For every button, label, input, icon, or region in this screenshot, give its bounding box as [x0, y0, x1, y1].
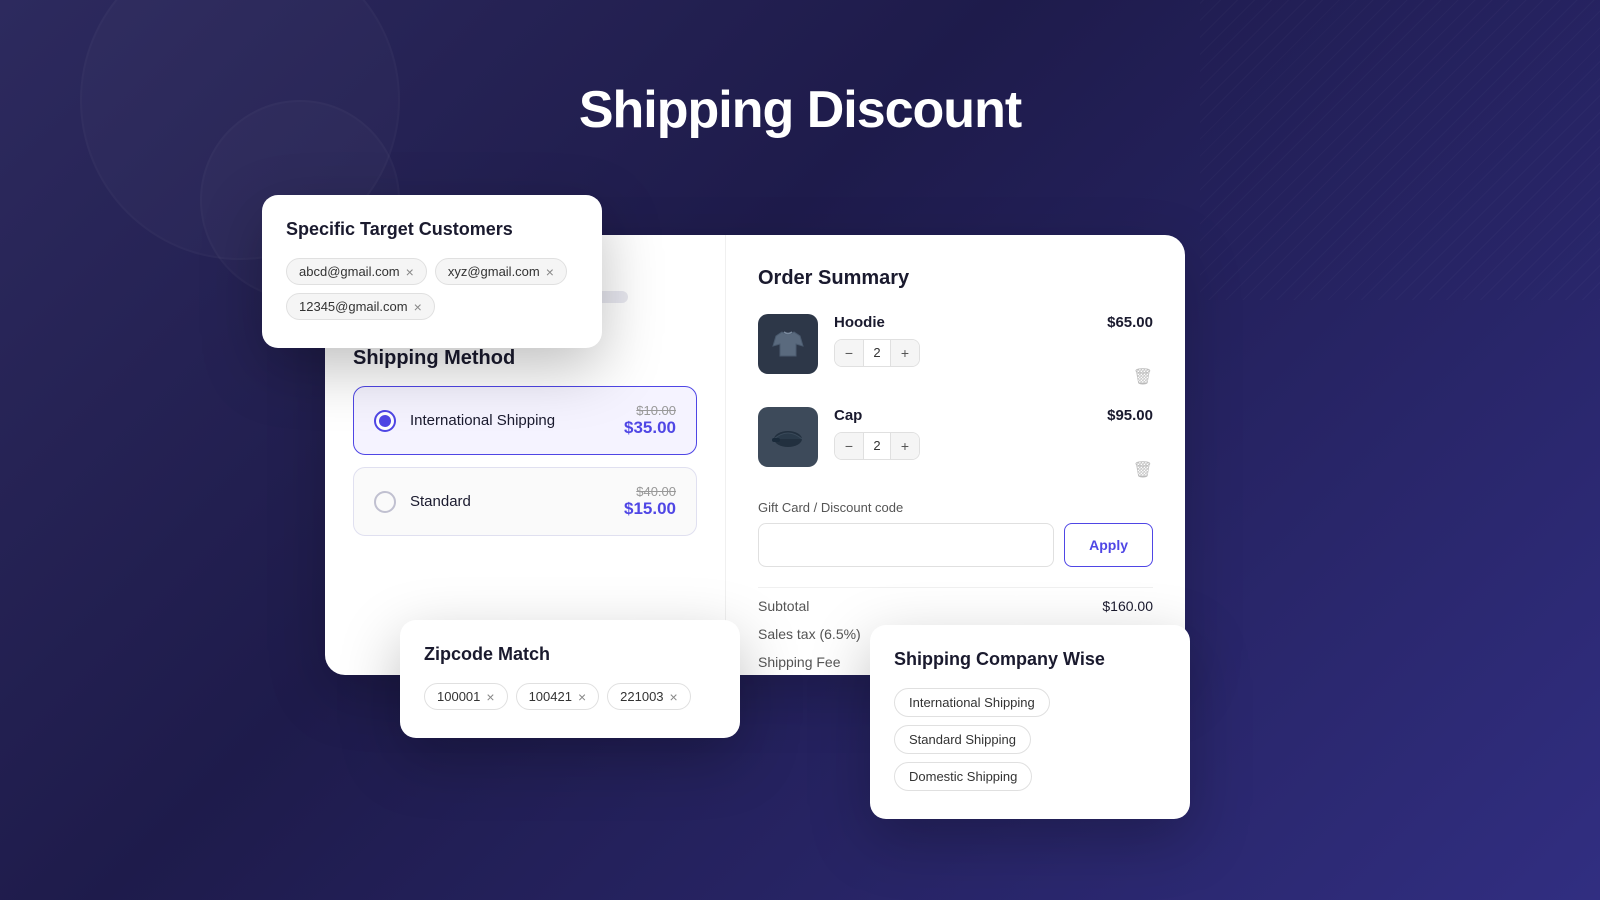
- shipping-option-standard[interactable]: Standard $40.00 $15.00: [353, 467, 697, 536]
- zipcode-tag-1[interactable]: 100001 ×: [424, 683, 508, 710]
- shipping-tag-international-label: International Shipping: [909, 695, 1035, 710]
- hoodie-image: [758, 314, 818, 374]
- shipping-company-card: Shipping Company Wise International Ship…: [870, 625, 1190, 819]
- shipping-option-international-name: International Shipping: [410, 412, 610, 429]
- zipcode-tag-2[interactable]: 100421 ×: [516, 683, 600, 710]
- zipcode-tag-1-value: 100001: [437, 689, 480, 704]
- page-title: Shipping Discount: [579, 80, 1021, 140]
- cap-qty-decrease[interactable]: −: [835, 433, 863, 459]
- cap-qty-value: 2: [863, 433, 891, 459]
- shipping-tag-standard-label: Standard Shipping: [909, 732, 1016, 747]
- email-tag-3-remove[interactable]: ×: [414, 300, 422, 314]
- bg-lines: [1200, 0, 1600, 300]
- hoodie-qty-decrease[interactable]: −: [835, 340, 863, 366]
- cap-qty-increase[interactable]: +: [891, 433, 919, 459]
- email-tag-1-remove[interactable]: ×: [406, 265, 414, 279]
- email-tag-3[interactable]: 12345@gmail.com ×: [286, 293, 435, 320]
- cap-qty-control[interactable]: − 2 +: [834, 432, 920, 460]
- discount-code-row: Apply: [758, 523, 1153, 567]
- target-customers-tags: abcd@gmail.com × xyz@gmail.com × 12345@g…: [286, 258, 578, 320]
- shipping-tag-international[interactable]: International Shipping: [894, 688, 1050, 717]
- cap-svg: [770, 423, 806, 451]
- hoodie-details: Hoodie − 2 +: [834, 314, 1091, 367]
- email-tag-2[interactable]: xyz@gmail.com ×: [435, 258, 567, 285]
- order-summary-title: Order Summary: [758, 267, 1153, 290]
- zipcode-tag-2-remove[interactable]: ×: [578, 690, 586, 704]
- radio-standard[interactable]: [374, 491, 396, 513]
- hoodie-qty-increase[interactable]: +: [891, 340, 919, 366]
- cap-image: [758, 407, 818, 467]
- tax-label: Sales tax (6.5%): [758, 626, 861, 642]
- zipcode-tag-3-value: 221003: [620, 689, 663, 704]
- email-tag-2-value: xyz@gmail.com: [448, 264, 540, 279]
- order-divider-1: [758, 587, 1153, 588]
- shipping-company-tags: International Shipping Standard Shipping…: [894, 688, 1166, 791]
- subtotal-value: $160.00: [1102, 598, 1153, 614]
- discount-input[interactable]: [758, 523, 1054, 567]
- hoodie-name: Hoodie: [834, 314, 1091, 331]
- gift-card-label: Gift Card / Discount code: [758, 500, 1153, 515]
- hoodie-svg: [770, 326, 806, 362]
- shipping-option-international[interactable]: International Shipping $10.00 $35.00: [353, 386, 697, 455]
- cap-delete-icon[interactable]: 🗑: [1133, 460, 1153, 480]
- shipping-original-price-international: $10.00: [624, 403, 676, 418]
- cap-price: $95.00: [1107, 407, 1153, 424]
- product-row-cap: Cap − 2 + $95.00 🗑: [758, 407, 1153, 480]
- target-customers-card: Specific Target Customers abcd@gmail.com…: [262, 195, 602, 348]
- radio-dot-international: [379, 415, 391, 427]
- shipping-tag-domestic[interactable]: Domestic Shipping: [894, 762, 1032, 791]
- shipping-tag-domestic-label: Domestic Shipping: [909, 769, 1017, 784]
- zipcode-tag-1-remove[interactable]: ×: [486, 690, 494, 704]
- zipcode-tag-2-value: 100421: [529, 689, 572, 704]
- cap-name: Cap: [834, 407, 1091, 424]
- shipping-price-standard: $40.00 $15.00: [624, 484, 676, 519]
- subtotal-line: Subtotal $160.00: [758, 598, 1153, 614]
- zipcode-match-title: Zipcode Match: [424, 644, 716, 665]
- email-tag-3-value: 12345@gmail.com: [299, 299, 408, 314]
- shipping-method-label: Shipping Method: [353, 347, 697, 370]
- apply-button[interactable]: Apply: [1064, 523, 1153, 567]
- shipping-fee-label: Shipping Fee: [758, 654, 841, 670]
- shipping-tag-standard[interactable]: Standard Shipping: [894, 725, 1031, 754]
- zipcode-tag-3-remove[interactable]: ×: [670, 690, 678, 704]
- email-tag-1[interactable]: abcd@gmail.com ×: [286, 258, 427, 285]
- email-tag-1-value: abcd@gmail.com: [299, 264, 400, 279]
- email-tag-2-remove[interactable]: ×: [546, 265, 554, 279]
- target-customers-title: Specific Target Customers: [286, 219, 578, 240]
- zipcode-match-card: Zipcode Match 100001 × 100421 × 221003 ×: [400, 620, 740, 738]
- hoodie-price: $65.00: [1107, 314, 1153, 331]
- order-summary-panel: Order Summary Hoodie − 2 +: [725, 235, 1185, 675]
- shipping-company-title: Shipping Company Wise: [894, 649, 1166, 670]
- cap-details: Cap − 2 +: [834, 407, 1091, 460]
- subtotal-label: Subtotal: [758, 598, 809, 614]
- shipping-method-section: Shipping Method International Shipping $…: [353, 347, 697, 536]
- shipping-discounted-price-standard: $15.00: [624, 499, 676, 519]
- product-row-hoodie: Hoodie − 2 + $65.00 🗑: [758, 314, 1153, 387]
- shipping-price-international: $10.00 $35.00: [624, 403, 676, 438]
- zipcode-tags: 100001 × 100421 × 221003 ×: [424, 683, 716, 710]
- radio-international[interactable]: [374, 410, 396, 432]
- shipping-discounted-price-international: $35.00: [624, 418, 676, 438]
- hoodie-qty-value: 2: [863, 340, 891, 366]
- zipcode-tag-3[interactable]: 221003 ×: [607, 683, 691, 710]
- hoodie-qty-control[interactable]: − 2 +: [834, 339, 920, 367]
- shipping-option-standard-name: Standard: [410, 493, 610, 510]
- hoodie-delete-icon[interactable]: 🗑: [1133, 367, 1153, 387]
- shipping-original-price-standard: $40.00: [624, 484, 676, 499]
